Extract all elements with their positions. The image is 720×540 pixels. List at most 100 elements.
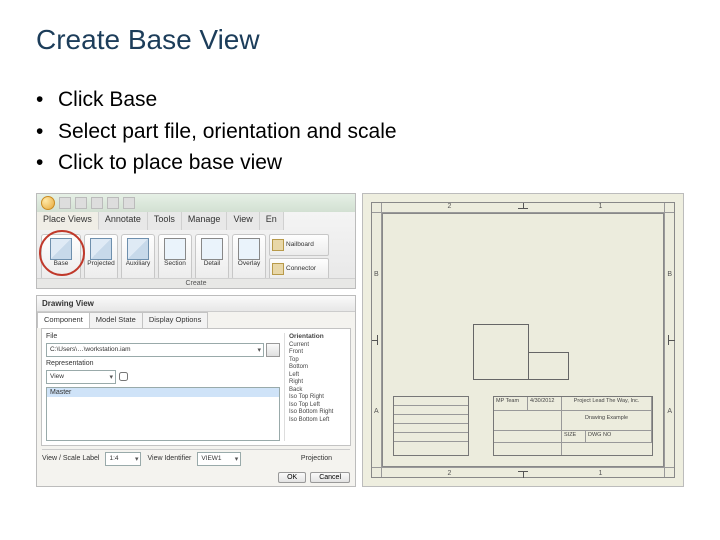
- zone-strip-top: 2 1: [372, 203, 674, 213]
- orient-right[interactable]: Right: [289, 379, 346, 387]
- orient-iso-bl[interactable]: Iso Bottom Left: [289, 417, 346, 425]
- dialog-right-pane: Orientation Current Front Top Bottom Lef…: [284, 333, 346, 441]
- rev-row: [394, 397, 468, 406]
- tab-component[interactable]: Component: [37, 312, 90, 328]
- cancel-button[interactable]: Cancel: [310, 472, 350, 483]
- zone-top-2: 2: [448, 203, 452, 210]
- left-column: Place Views Annotate Tools Manage View E…: [36, 193, 356, 487]
- figure-row: Place Views Annotate Tools Manage View E…: [36, 193, 684, 487]
- rev-row: [394, 433, 468, 442]
- tab-model-state[interactable]: Model State: [89, 312, 143, 328]
- dialog-button-row: OK Cancel: [42, 472, 350, 483]
- orient-front[interactable]: Front: [289, 349, 346, 357]
- qat-undo-icon[interactable]: [107, 197, 119, 209]
- detail-button[interactable]: Detail: [195, 234, 229, 280]
- orient-back[interactable]: Back: [289, 387, 346, 395]
- tb-company: Project Lead The Way, Inc.: [562, 397, 652, 410]
- representation-checkbox[interactable]: [119, 372, 128, 381]
- rev-row: [394, 415, 468, 424]
- orient-iso-tr[interactable]: Iso Top Right: [289, 394, 346, 402]
- auxiliary-button[interactable]: Auxiliary: [121, 234, 155, 280]
- browse-button[interactable]: [266, 343, 280, 357]
- tab-manage[interactable]: Manage: [182, 212, 228, 230]
- orient-iso-tl[interactable]: Iso Top Left: [289, 402, 346, 410]
- zone-right-a: A: [667, 408, 672, 415]
- file-value: C:\Users\…\workstation.iam: [50, 346, 131, 353]
- tab-env[interactable]: En: [260, 212, 284, 230]
- nailboard-icon: [272, 239, 284, 251]
- bullet-list: Click Base Select part file, orientation…: [36, 84, 684, 179]
- dialog-body: File C:\Users\…\workstation.iam Represen…: [41, 328, 351, 446]
- orientation-list[interactable]: Current Front Top Bottom Left Right Back…: [289, 342, 346, 425]
- zone-left-b: B: [374, 271, 379, 278]
- orient-top[interactable]: Top: [289, 357, 346, 365]
- tb-team: MP Team: [494, 397, 528, 410]
- divider: [42, 449, 350, 450]
- representation-combo[interactable]: View: [46, 370, 116, 384]
- ribbon-panel: Place Views Annotate Tools Manage View E…: [36, 193, 356, 289]
- nailboard-label: Nailboard: [286, 241, 314, 248]
- slide-root: Create Base View Click Base Select part …: [0, 0, 720, 540]
- overlay-button[interactable]: Overlay: [232, 234, 266, 280]
- view-scale-label: View / Scale Label: [42, 455, 99, 462]
- connector-button[interactable]: Connector: [269, 258, 329, 280]
- dialog-title: Drawing View: [37, 296, 355, 312]
- dialog-tabs: Component Model State Display Options: [37, 312, 355, 328]
- zone-strip-bottom: 2 1: [372, 467, 674, 477]
- view-identifier-field[interactable]: VIEW1: [197, 452, 241, 466]
- drawing-sheet: 2 1 2 1 B A B A: [362, 193, 684, 487]
- tab-display-options[interactable]: Display Options: [142, 312, 209, 328]
- tab-tools[interactable]: Tools: [148, 212, 182, 230]
- orient-current[interactable]: Current: [289, 342, 346, 350]
- representation-value: View: [50, 373, 64, 380]
- overlay-icon: [238, 238, 260, 260]
- base-button[interactable]: Base: [41, 234, 81, 280]
- zone-top-1: 1: [599, 203, 603, 210]
- base-view-icon: [50, 238, 72, 260]
- app-orb-icon[interactable]: [41, 196, 55, 210]
- nailboard-button[interactable]: Nailboard: [269, 234, 329, 256]
- connector-icon: [272, 263, 284, 275]
- representation-list[interactable]: Master: [46, 387, 280, 441]
- center-mark-right-icon: [668, 335, 674, 345]
- qat-save-icon[interactable]: [91, 197, 103, 209]
- list-item-master[interactable]: Master: [47, 388, 279, 397]
- scale-combo[interactable]: 1:4: [105, 452, 141, 466]
- tb-size: SIZE: [562, 431, 586, 442]
- center-mark-bottom-icon: [518, 471, 528, 477]
- projected-button[interactable]: Projected: [84, 234, 118, 280]
- orient-iso-br[interactable]: Iso Bottom Right: [289, 409, 346, 417]
- zone-bottom-1: 1: [599, 470, 603, 477]
- ribbon-tabs: Place Views Annotate Tools Manage View E…: [37, 212, 355, 230]
- bullet-click-base: Click Base: [36, 84, 684, 116]
- orient-bottom[interactable]: Bottom: [289, 364, 346, 372]
- tab-view[interactable]: View: [227, 212, 259, 230]
- quick-access-toolbar: [37, 194, 355, 212]
- center-mark-top-icon: [518, 203, 528, 209]
- page-title: Create Base View: [36, 24, 684, 56]
- zone-strip-right: B A: [664, 203, 674, 477]
- zone-right-b: B: [667, 271, 672, 278]
- orient-left[interactable]: Left: [289, 372, 346, 380]
- view-identifier-value: VIEW1: [201, 455, 221, 462]
- file-label: File: [46, 333, 280, 340]
- qat-open-icon[interactable]: [75, 197, 87, 209]
- zone-left-a: A: [374, 408, 379, 415]
- ribbon-buttons: Base Projected Auxiliary Section: [37, 230, 355, 280]
- ribbon-group-label: Create: [37, 278, 355, 288]
- section-button[interactable]: Section: [158, 234, 192, 280]
- zone-bottom-2: 2: [448, 470, 452, 477]
- dialog-left-pane: File C:\Users\…\workstation.iam Represen…: [46, 333, 280, 441]
- drawing-view-dialog: Drawing View Component Model State Displ…: [36, 295, 356, 487]
- base-view-front[interactable]: [473, 324, 529, 380]
- title-block: MP Team 4/30/2012 Project Lead The Way, …: [493, 396, 653, 456]
- qat-new-icon[interactable]: [59, 197, 71, 209]
- overlay-label: Overlay: [238, 261, 260, 268]
- qat-redo-icon[interactable]: [123, 197, 135, 209]
- ok-button[interactable]: OK: [278, 472, 306, 483]
- tab-place-views[interactable]: Place Views: [37, 212, 99, 230]
- scale-value: 1:4: [109, 455, 118, 462]
- file-combo[interactable]: C:\Users\…\workstation.iam: [46, 343, 264, 357]
- base-view-side[interactable]: [529, 352, 569, 380]
- tab-annotate[interactable]: Annotate: [99, 212, 148, 230]
